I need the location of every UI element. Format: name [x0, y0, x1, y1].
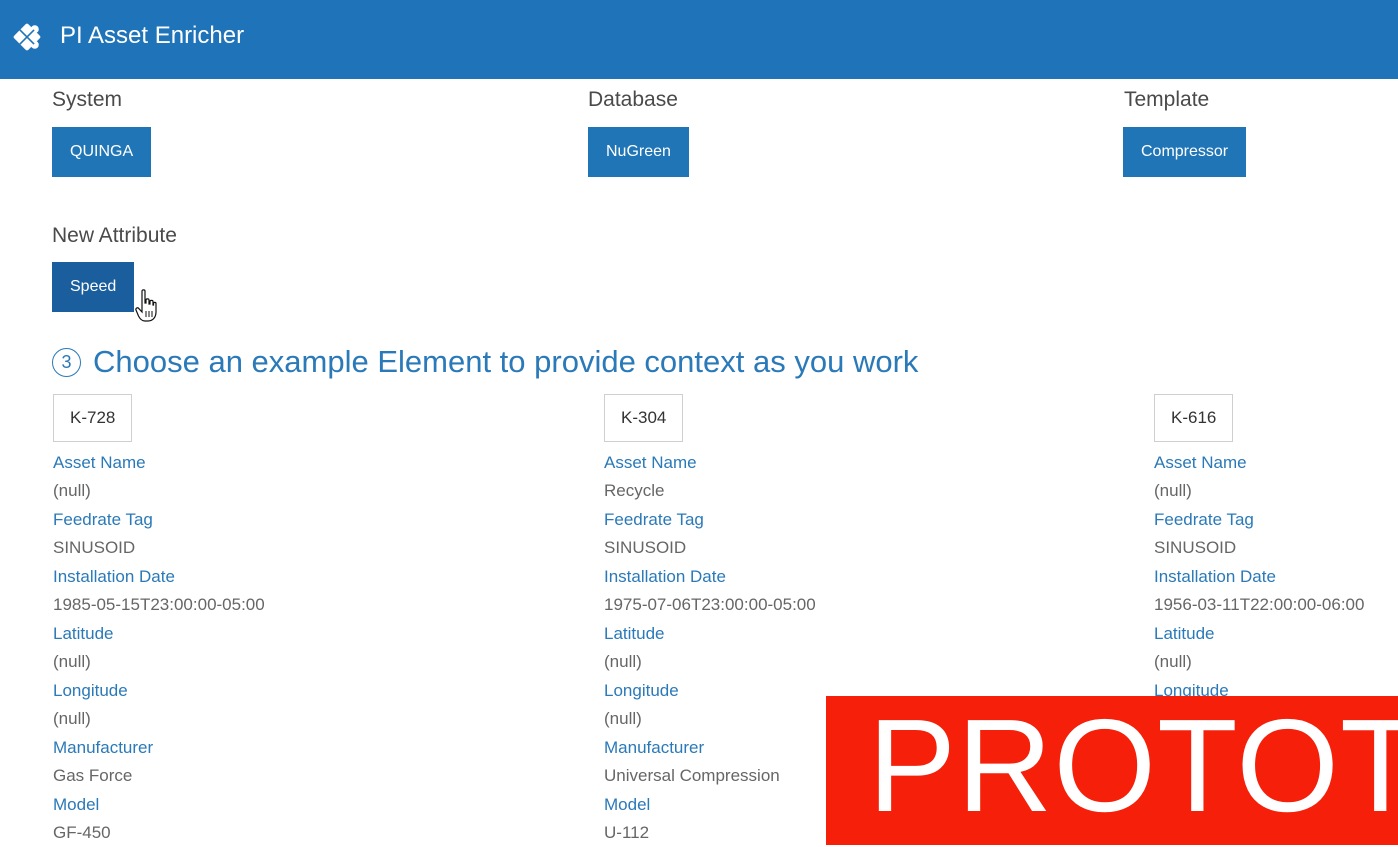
attr-label: Asset Name	[53, 453, 146, 472]
attr-value: (null)	[53, 652, 91, 671]
attr-label: Latitude	[604, 624, 665, 643]
step-number-icon: 3	[52, 348, 81, 377]
attr-value: U-112	[604, 823, 650, 842]
system-label: System	[52, 88, 123, 111]
attr-label: Latitude	[53, 624, 114, 643]
element-card-3: K-616 Asset Name (null) Feedrate Tag SIN…	[1154, 394, 1364, 705]
attr-label: Model	[53, 795, 100, 814]
attr-value: Recycle	[604, 481, 665, 500]
database-label: Database	[588, 88, 678, 111]
attr-label: Feedrate Tag	[53, 510, 153, 529]
attr-value: (null)	[604, 709, 642, 728]
element-card-1: K-728 Asset Name (null) Feedrate Tag SIN…	[53, 394, 265, 847]
attr-label: Feedrate Tag	[604, 510, 704, 529]
hand-cursor-icon	[135, 289, 157, 322]
step-title-text: Choose an example Element to provide con…	[93, 344, 919, 379]
attr-value: SINUSOID	[604, 538, 687, 557]
database-selector: Database	[588, 88, 678, 112]
attr-value: (null)	[604, 652, 642, 671]
attr-value: SINUSOID	[1154, 538, 1237, 557]
element-card-2: K-304 Asset Name Recycle Feedrate Tag SI…	[604, 394, 816, 847]
attr-label: Model	[604, 795, 651, 814]
database-button[interactable]: NuGreen	[588, 127, 689, 177]
attr-value: Gas Force	[53, 766, 133, 785]
element-selector-k-728[interactable]: K-728	[53, 394, 133, 442]
attr-value: 1956-03-11T22:00:00-06:00	[1154, 595, 1365, 614]
prototype-watermark: PROTOTY	[826, 696, 1398, 845]
system-selector: System	[52, 88, 122, 112]
attr-label: Installation Date	[604, 567, 726, 586]
prototype-watermark-text: PROTOTY	[868, 696, 1398, 839]
attr-value: Universal Compression	[604, 766, 780, 785]
template-label: Template	[1124, 88, 1210, 111]
element-selector-k-616[interactable]: K-616	[1154, 394, 1234, 442]
app-title: PI Asset Enricher	[60, 22, 245, 49]
step-heading: 3 Choose an example Element to provide co…	[52, 344, 918, 380]
attr-value: (null)	[53, 709, 91, 728]
attr-value: 1975-07-06T23:00:00-05:00	[604, 595, 816, 614]
template-selector: Template	[1124, 88, 1209, 112]
attr-label: Longitude	[604, 681, 679, 700]
new-attribute-selector: New Attribute	[52, 224, 177, 248]
attr-value: 1985-05-15T23:00:00-05:00	[53, 595, 265, 614]
new-attribute-label: New Attribute	[52, 224, 177, 247]
system-button[interactable]: QUINGA	[52, 127, 152, 177]
attr-label: Feedrate Tag	[1154, 510, 1254, 529]
attr-label: Manufacturer	[604, 738, 705, 757]
attr-label: Manufacturer	[53, 738, 154, 757]
attr-value: (null)	[1154, 652, 1192, 671]
attr-label: Longitude	[53, 681, 128, 700]
attr-label: Asset Name	[1154, 453, 1247, 472]
attr-value: (null)	[53, 481, 91, 500]
attr-value: (null)	[1154, 481, 1192, 500]
attr-value: SINUSOID	[53, 538, 136, 557]
new-attribute-button[interactable]: Speed	[52, 262, 135, 312]
attr-value: GF-450	[53, 823, 111, 842]
attr-label: Asset Name	[604, 453, 697, 472]
app-header: PI Asset Enricher	[0, 0, 1398, 79]
attr-label: Latitude	[1154, 624, 1215, 643]
element-selector-k-304[interactable]: K-304	[604, 394, 684, 442]
template-button[interactable]: Compressor	[1123, 127, 1247, 177]
attr-label: Installation Date	[53, 567, 175, 586]
puzzle-icon	[13, 23, 41, 51]
attr-label: Installation Date	[1154, 567, 1276, 586]
